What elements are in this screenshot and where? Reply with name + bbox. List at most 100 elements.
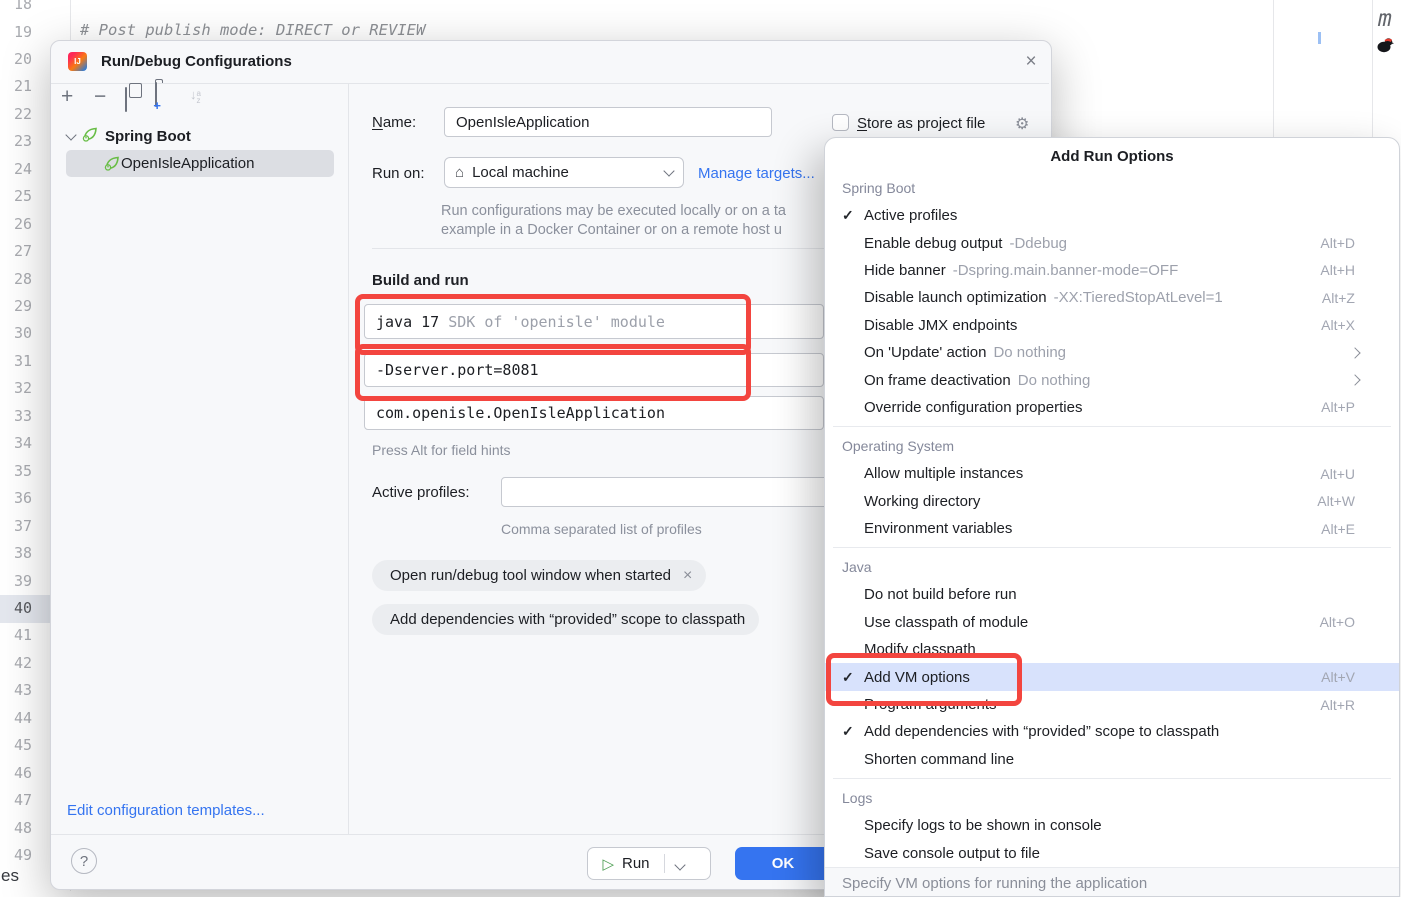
menu-item-disable-launch-optimization[interactable]: Disable launch optimization-XX:TieredSto… bbox=[825, 284, 1399, 311]
run-on-select[interactable]: ⌂ Local machine bbox=[444, 157, 684, 188]
tag-add-provided-dependencies[interactable]: Add dependencies with “provided” scope t… bbox=[372, 604, 759, 635]
copy-configuration-button[interactable] bbox=[125, 90, 127, 112]
checkmark-icon: ✓ bbox=[842, 723, 864, 740]
editor-code-line: # Post publish mode: DIRECT or REVIEW bbox=[80, 21, 425, 39]
line-number-27: 27 bbox=[0, 238, 32, 265]
line-number-41: 41 bbox=[0, 622, 32, 649]
checkmark-icon: ✓ bbox=[842, 207, 864, 224]
menu-item-modify-classpath[interactable]: Modify classpath bbox=[825, 636, 1399, 663]
active-profiles-input[interactable] bbox=[501, 477, 867, 507]
menu-item-detail: -Ddebug bbox=[1009, 235, 1067, 252]
manage-targets-link[interactable]: Manage targets... bbox=[698, 165, 815, 182]
checkmark-icon: ✓ bbox=[842, 669, 864, 686]
line-number-42: 42 bbox=[0, 650, 32, 677]
line-number-43: 43 bbox=[0, 677, 32, 704]
remove-tag-icon[interactable]: × bbox=[683, 567, 692, 585]
bird-icon bbox=[1376, 37, 1394, 58]
tree-node-label: OpenIsleApplication bbox=[121, 155, 254, 172]
add-configuration-button[interactable]: + bbox=[61, 87, 73, 109]
menu-body: Spring Boot✓Active profilesEnable debug … bbox=[825, 174, 1399, 867]
menu-item-save-console-output-to-file[interactable]: Save console output to file bbox=[825, 839, 1399, 866]
menu-item-use-classpath-of-module[interactable]: Use classpath of moduleAlt+O bbox=[825, 609, 1399, 636]
new-folder-button[interactable]: + bbox=[155, 85, 157, 107]
run-on-help-line2: example in a Docker Container or on a re… bbox=[441, 222, 782, 238]
run-on-label: Run on: bbox=[372, 165, 425, 182]
tag-label: Open run/debug tool window when started bbox=[390, 567, 671, 584]
run-on-help-line1: Run configurations may be executed local… bbox=[441, 203, 786, 219]
menu-section-operating-system: Operating System bbox=[825, 432, 1399, 460]
line-number-35: 35 bbox=[0, 458, 32, 485]
chevron-down-icon[interactable] bbox=[674, 859, 685, 870]
jre-select[interactable]: java 17 SDK of 'openisle' module bbox=[364, 304, 824, 339]
tag-open-run-tool-window[interactable]: Open run/debug tool window when started … bbox=[372, 560, 706, 591]
close-icon[interactable]: × bbox=[1019, 50, 1043, 74]
menu-item-shortcut: Alt+U bbox=[1320, 466, 1355, 482]
add-run-options-menu: Add Run Options Spring Boot✓Active profi… bbox=[824, 137, 1400, 897]
submenu-arrow-icon bbox=[1349, 347, 1360, 358]
menu-item-label: On frame deactivation bbox=[864, 372, 1011, 389]
submenu-arrow-icon bbox=[1349, 375, 1360, 386]
line-number-36: 36 bbox=[0, 485, 32, 512]
line-number-26: 26 bbox=[0, 211, 32, 238]
line-number-23: 23 bbox=[0, 128, 32, 155]
menu-item-label: Hide banner bbox=[864, 262, 946, 279]
text-caret bbox=[1318, 32, 1321, 44]
menu-item-on-frame-deactivation[interactable]: On frame deactivationDo nothing bbox=[825, 366, 1399, 393]
menu-item-shortcut: Alt+Z bbox=[1322, 290, 1355, 306]
menu-section-logs: Logs bbox=[825, 784, 1399, 812]
menu-item-specify-logs-to-be-shown-in-console[interactable]: Specify logs to be shown in console bbox=[825, 812, 1399, 839]
main-class-input[interactable]: com.openisle.OpenIsleApplication bbox=[364, 396, 824, 430]
field-hint-text: Press Alt for field hints bbox=[372, 442, 511, 458]
help-button[interactable]: ? bbox=[71, 848, 97, 874]
menu-item-label: Save console output to file bbox=[864, 845, 1040, 862]
menu-item-environment-variables[interactable]: Environment variablesAlt+E bbox=[825, 515, 1399, 542]
line-number-39: 39 bbox=[0, 568, 32, 595]
spring-boot-icon bbox=[104, 155, 120, 176]
tag-label: Add dependencies with “provided” scope t… bbox=[390, 611, 745, 628]
menu-item-label: Active profiles bbox=[864, 207, 957, 224]
menu-item-label: Shorten command line bbox=[864, 751, 1014, 768]
menu-item-disable-jmx-endpoints[interactable]: Disable JMX endpointsAlt+X bbox=[825, 312, 1399, 339]
line-number-19: 19 bbox=[0, 19, 32, 46]
ok-button[interactable]: OK bbox=[735, 847, 831, 880]
menu-item-enable-debug-output[interactable]: Enable debug output-DdebugAlt+D bbox=[825, 229, 1399, 256]
remove-configuration-button[interactable]: − bbox=[94, 87, 106, 109]
menu-item-do-not-build-before-run[interactable]: Do not build before run bbox=[825, 581, 1399, 608]
menu-item-add-vm-options[interactable]: ✓Add VM optionsAlt+V bbox=[825, 663, 1399, 690]
edit-templates-link[interactable]: Edit configuration templates... bbox=[67, 802, 265, 819]
gear-icon[interactable]: ⚙ bbox=[1015, 114, 1029, 134]
menu-item-shorten-command-line[interactable]: Shorten command line bbox=[825, 746, 1399, 773]
menu-item-hide-banner[interactable]: Hide banner-Dspring.main.banner-mode=OFF… bbox=[825, 257, 1399, 284]
menu-item-shortcut: Alt+P bbox=[1321, 399, 1355, 415]
spring-boot-icon bbox=[82, 126, 98, 147]
section-divider bbox=[372, 248, 842, 249]
menu-item-add-dependencies-with-provided-scope-to-classpath[interactable]: ✓Add dependencies with “provided” scope … bbox=[825, 718, 1399, 745]
menu-item-on-update-action[interactable]: On 'Update' actionDo nothing bbox=[825, 339, 1399, 366]
menu-item-active-profiles[interactable]: ✓Active profiles bbox=[825, 202, 1399, 229]
menu-item-working-directory[interactable]: Working directoryAlt+W bbox=[825, 488, 1399, 515]
menu-item-allow-multiple-instances[interactable]: Allow multiple instances Alt+U bbox=[825, 460, 1399, 487]
sort-configurations-button[interactable]: ↓az bbox=[190, 90, 201, 112]
menu-item-label: Enable debug output bbox=[864, 235, 1002, 252]
menu-title: Add Run Options bbox=[825, 138, 1399, 174]
tree-node-openisleapplication[interactable]: OpenIsleApplication bbox=[66, 150, 334, 177]
line-number-37: 37 bbox=[0, 513, 32, 540]
menu-item-label: Environment variables bbox=[864, 520, 1012, 537]
menu-item-override-configuration-properties[interactable]: Override configuration propertiesAlt+P bbox=[825, 394, 1399, 421]
name-input[interactable]: OpenIsleApplication bbox=[444, 107, 772, 137]
menu-separator bbox=[833, 426, 1391, 427]
tree-node-spring-boot[interactable]: Spring Boot bbox=[67, 123, 191, 150]
store-as-project-file-checkbox[interactable] bbox=[832, 114, 849, 131]
line-number-31: 31 bbox=[0, 348, 32, 375]
run-button[interactable]: ▷ Run bbox=[587, 847, 711, 880]
menu-separator bbox=[833, 547, 1391, 548]
menu-item-program-arguments[interactable]: Program argumentsAlt+R bbox=[825, 691, 1399, 718]
menu-item-label: Allow multiple instances bbox=[864, 465, 1023, 482]
store-as-project-file-label[interactable]: Store as project file bbox=[857, 115, 985, 132]
jre-value: java 17 bbox=[376, 313, 439, 331]
vm-options-input[interactable]: -Dserver.port=8081 bbox=[364, 353, 824, 387]
chevron-down-icon bbox=[65, 129, 76, 140]
line-number-28: 28 bbox=[0, 266, 32, 293]
line-number-49: 49 bbox=[0, 842, 32, 869]
line-number-22: 22 bbox=[0, 101, 32, 128]
